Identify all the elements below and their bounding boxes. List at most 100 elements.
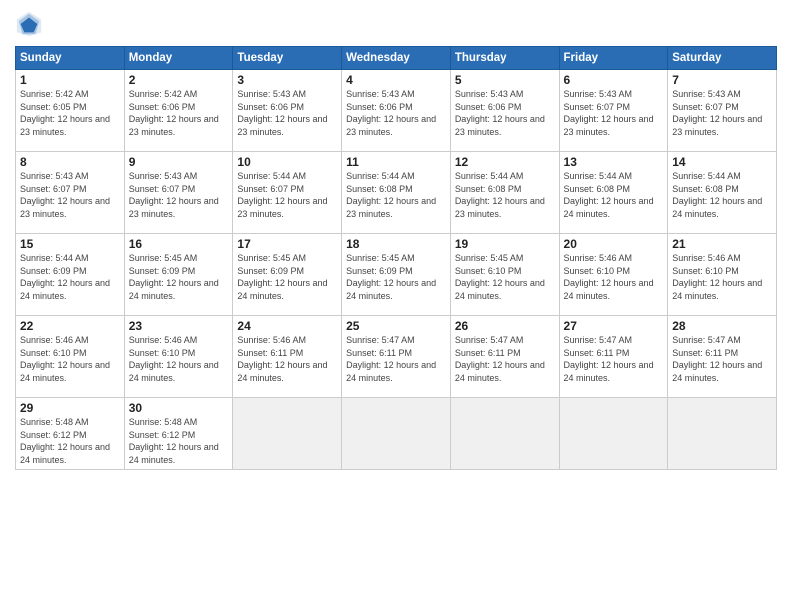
calendar-day-cell: 19 Sunrise: 5:45 AMSunset: 6:10 PMDaylig…: [450, 234, 559, 316]
calendar-week-row: 22 Sunrise: 5:46 AMSunset: 6:10 PMDaylig…: [16, 316, 777, 398]
calendar-week-row: 8 Sunrise: 5:43 AMSunset: 6:07 PMDayligh…: [16, 152, 777, 234]
day-number: 1: [20, 73, 120, 87]
calendar-day-cell: [559, 398, 668, 470]
calendar-day-cell: 29 Sunrise: 5:48 AMSunset: 6:12 PMDaylig…: [16, 398, 125, 470]
day-info: Sunrise: 5:45 AMSunset: 6:10 PMDaylight:…: [455, 253, 545, 301]
day-number: 3: [237, 73, 337, 87]
day-info: Sunrise: 5:44 AMSunset: 6:07 PMDaylight:…: [237, 171, 327, 219]
day-number: 25: [346, 319, 446, 333]
header: [15, 10, 777, 38]
day-number: 15: [20, 237, 120, 251]
calendar-day-cell: 14 Sunrise: 5:44 AMSunset: 6:08 PMDaylig…: [668, 152, 777, 234]
calendar-day-cell: 7 Sunrise: 5:43 AMSunset: 6:07 PMDayligh…: [668, 70, 777, 152]
day-info: Sunrise: 5:48 AMSunset: 6:12 PMDaylight:…: [129, 417, 219, 465]
day-info: Sunrise: 5:44 AMSunset: 6:08 PMDaylight:…: [672, 171, 762, 219]
calendar-day-cell: 22 Sunrise: 5:46 AMSunset: 6:10 PMDaylig…: [16, 316, 125, 398]
day-info: Sunrise: 5:45 AMSunset: 6:09 PMDaylight:…: [346, 253, 436, 301]
calendar-day-cell: [450, 398, 559, 470]
day-number: 16: [129, 237, 229, 251]
calendar-week-row: 1 Sunrise: 5:42 AMSunset: 6:05 PMDayligh…: [16, 70, 777, 152]
day-info: Sunrise: 5:46 AMSunset: 6:10 PMDaylight:…: [564, 253, 654, 301]
day-number: 9: [129, 155, 229, 169]
day-number: 5: [455, 73, 555, 87]
day-info: Sunrise: 5:43 AMSunset: 6:07 PMDaylight:…: [672, 89, 762, 137]
calendar-header-cell: Monday: [124, 47, 233, 70]
day-number: 12: [455, 155, 555, 169]
calendar-header-cell: Thursday: [450, 47, 559, 70]
day-info: Sunrise: 5:45 AMSunset: 6:09 PMDaylight:…: [129, 253, 219, 301]
day-info: Sunrise: 5:43 AMSunset: 6:06 PMDaylight:…: [455, 89, 545, 137]
calendar-table: SundayMondayTuesdayWednesdayThursdayFrid…: [15, 46, 777, 470]
day-number: 10: [237, 155, 337, 169]
calendar-day-cell: 3 Sunrise: 5:43 AMSunset: 6:06 PMDayligh…: [233, 70, 342, 152]
day-info: Sunrise: 5:43 AMSunset: 6:06 PMDaylight:…: [237, 89, 327, 137]
calendar-day-cell: 8 Sunrise: 5:43 AMSunset: 6:07 PMDayligh…: [16, 152, 125, 234]
calendar-body: 1 Sunrise: 5:42 AMSunset: 6:05 PMDayligh…: [16, 70, 777, 470]
day-number: 23: [129, 319, 229, 333]
day-number: 21: [672, 237, 772, 251]
day-number: 17: [237, 237, 337, 251]
day-info: Sunrise: 5:47 AMSunset: 6:11 PMDaylight:…: [672, 335, 762, 383]
calendar-day-cell: 21 Sunrise: 5:46 AMSunset: 6:10 PMDaylig…: [668, 234, 777, 316]
day-info: Sunrise: 5:44 AMSunset: 6:08 PMDaylight:…: [455, 171, 545, 219]
calendar-day-cell: 28 Sunrise: 5:47 AMSunset: 6:11 PMDaylig…: [668, 316, 777, 398]
calendar-day-cell: 26 Sunrise: 5:47 AMSunset: 6:11 PMDaylig…: [450, 316, 559, 398]
calendar-day-cell: 4 Sunrise: 5:43 AMSunset: 6:06 PMDayligh…: [342, 70, 451, 152]
day-number: 4: [346, 73, 446, 87]
calendar-day-cell: 5 Sunrise: 5:43 AMSunset: 6:06 PMDayligh…: [450, 70, 559, 152]
calendar-day-cell: 12 Sunrise: 5:44 AMSunset: 6:08 PMDaylig…: [450, 152, 559, 234]
calendar-header-cell: Tuesday: [233, 47, 342, 70]
day-number: 14: [672, 155, 772, 169]
day-info: Sunrise: 5:44 AMSunset: 6:09 PMDaylight:…: [20, 253, 110, 301]
page: SundayMondayTuesdayWednesdayThursdayFrid…: [0, 0, 792, 612]
calendar-header-cell: Wednesday: [342, 47, 451, 70]
day-number: 27: [564, 319, 664, 333]
day-info: Sunrise: 5:44 AMSunset: 6:08 PMDaylight:…: [564, 171, 654, 219]
calendar-day-cell: [668, 398, 777, 470]
day-number: 30: [129, 401, 229, 415]
calendar-day-cell: 6 Sunrise: 5:43 AMSunset: 6:07 PMDayligh…: [559, 70, 668, 152]
day-info: Sunrise: 5:43 AMSunset: 6:07 PMDaylight:…: [564, 89, 654, 137]
logo: [15, 10, 45, 38]
day-info: Sunrise: 5:47 AMSunset: 6:11 PMDaylight:…: [346, 335, 436, 383]
calendar-day-cell: 16 Sunrise: 5:45 AMSunset: 6:09 PMDaylig…: [124, 234, 233, 316]
day-info: Sunrise: 5:43 AMSunset: 6:07 PMDaylight:…: [20, 171, 110, 219]
day-info: Sunrise: 5:46 AMSunset: 6:10 PMDaylight:…: [20, 335, 110, 383]
calendar-day-cell: 25 Sunrise: 5:47 AMSunset: 6:11 PMDaylig…: [342, 316, 451, 398]
calendar-day-cell: 9 Sunrise: 5:43 AMSunset: 6:07 PMDayligh…: [124, 152, 233, 234]
day-number: 2: [129, 73, 229, 87]
calendar-header-cell: Friday: [559, 47, 668, 70]
calendar-day-cell: 2 Sunrise: 5:42 AMSunset: 6:06 PMDayligh…: [124, 70, 233, 152]
day-info: Sunrise: 5:42 AMSunset: 6:05 PMDaylight:…: [20, 89, 110, 137]
calendar-day-cell: 30 Sunrise: 5:48 AMSunset: 6:12 PMDaylig…: [124, 398, 233, 470]
day-number: 13: [564, 155, 664, 169]
calendar-day-cell: [342, 398, 451, 470]
day-number: 7: [672, 73, 772, 87]
calendar-header-row: SundayMondayTuesdayWednesdayThursdayFrid…: [16, 47, 777, 70]
calendar-day-cell: [233, 398, 342, 470]
day-info: Sunrise: 5:46 AMSunset: 6:10 PMDaylight:…: [672, 253, 762, 301]
day-number: 6: [564, 73, 664, 87]
day-info: Sunrise: 5:42 AMSunset: 6:06 PMDaylight:…: [129, 89, 219, 137]
day-number: 8: [20, 155, 120, 169]
day-info: Sunrise: 5:47 AMSunset: 6:11 PMDaylight:…: [455, 335, 545, 383]
calendar-day-cell: 15 Sunrise: 5:44 AMSunset: 6:09 PMDaylig…: [16, 234, 125, 316]
day-number: 28: [672, 319, 772, 333]
calendar-day-cell: 17 Sunrise: 5:45 AMSunset: 6:09 PMDaylig…: [233, 234, 342, 316]
day-info: Sunrise: 5:43 AMSunset: 6:06 PMDaylight:…: [346, 89, 436, 137]
calendar-week-row: 29 Sunrise: 5:48 AMSunset: 6:12 PMDaylig…: [16, 398, 777, 470]
calendar-header-cell: Sunday: [16, 47, 125, 70]
day-number: 22: [20, 319, 120, 333]
calendar-day-cell: 20 Sunrise: 5:46 AMSunset: 6:10 PMDaylig…: [559, 234, 668, 316]
day-info: Sunrise: 5:47 AMSunset: 6:11 PMDaylight:…: [564, 335, 654, 383]
day-number: 20: [564, 237, 664, 251]
day-info: Sunrise: 5:44 AMSunset: 6:08 PMDaylight:…: [346, 171, 436, 219]
calendar-day-cell: 23 Sunrise: 5:46 AMSunset: 6:10 PMDaylig…: [124, 316, 233, 398]
day-info: Sunrise: 5:46 AMSunset: 6:10 PMDaylight:…: [129, 335, 219, 383]
day-number: 19: [455, 237, 555, 251]
day-number: 29: [20, 401, 120, 415]
day-info: Sunrise: 5:46 AMSunset: 6:11 PMDaylight:…: [237, 335, 327, 383]
day-info: Sunrise: 5:48 AMSunset: 6:12 PMDaylight:…: [20, 417, 110, 465]
calendar-day-cell: 27 Sunrise: 5:47 AMSunset: 6:11 PMDaylig…: [559, 316, 668, 398]
day-number: 18: [346, 237, 446, 251]
